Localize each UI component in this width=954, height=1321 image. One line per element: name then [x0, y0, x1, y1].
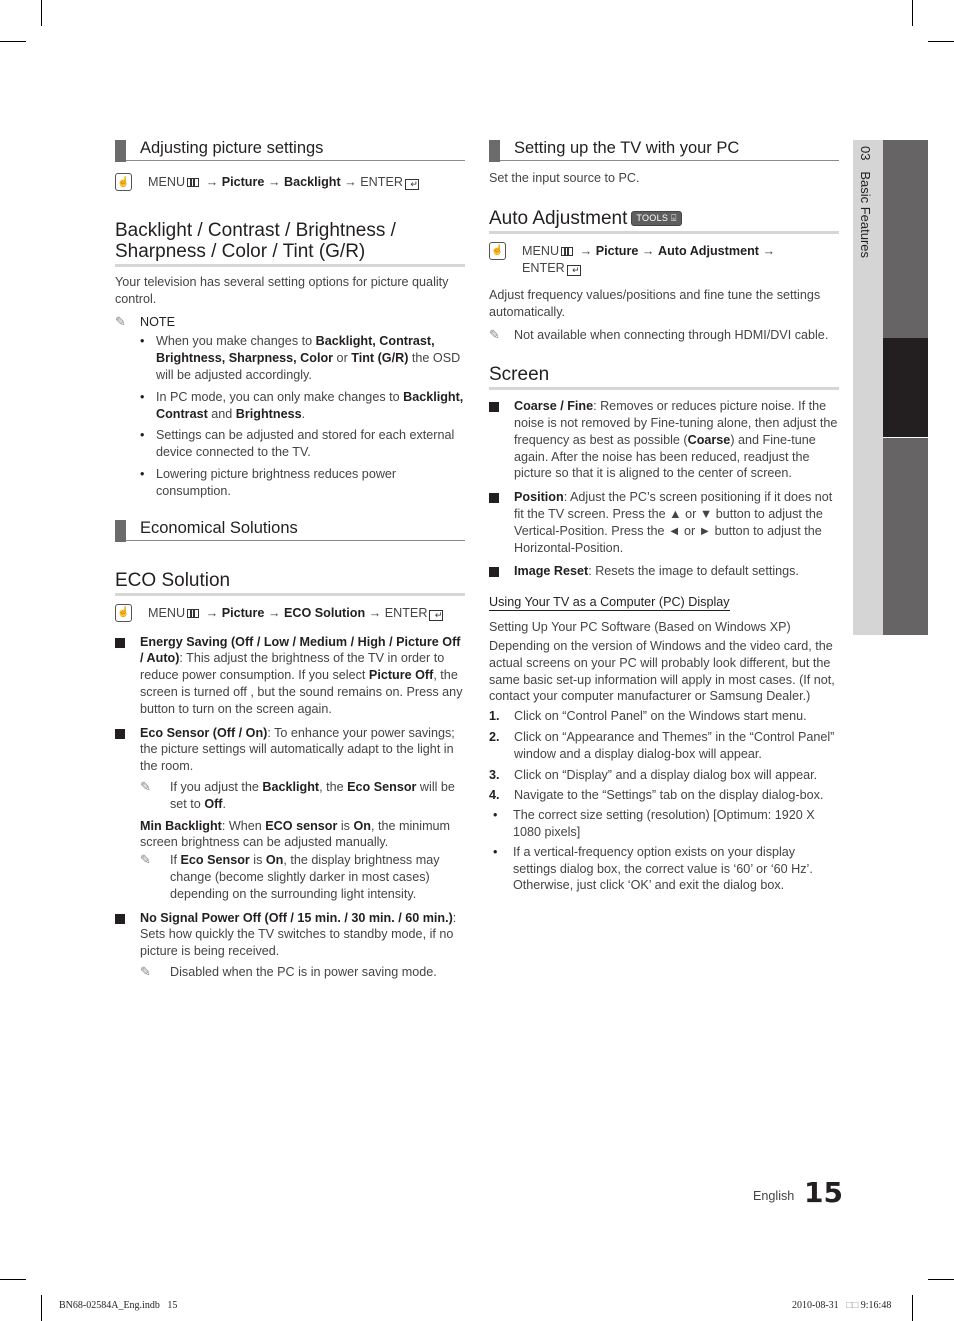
remote-hand-icon: ☝ [115, 603, 132, 622]
pc-software-subtitle: Setting Up Your PC Software (Based on Wi… [489, 620, 791, 635]
menu-path: ☝ MENU → Picture → Backlight → ENTER ↵ [115, 173, 465, 191]
chapter-label: 03 Basic Features [858, 146, 873, 259]
remote-hand-icon: ☝ [489, 241, 506, 260]
crop-mark [41, 0, 42, 26]
enter-icon: ↵ [429, 609, 444, 621]
auto-adjust-description: Adjust frequency values/positions and fi… [489, 287, 821, 319]
menu-icon [187, 608, 200, 618]
list-item: 1. Click on “Control Panel” on the Window… [489, 709, 807, 724]
section-heading-economical: Economical Solutions [115, 518, 465, 542]
chapter-tab-block [883, 140, 928, 338]
bullet-square [489, 402, 499, 413]
list-item: 3. Click on “Display” and a display dialo… [489, 767, 818, 782]
heading-backlight-contrast: Backlight / Contrast / Brightness / Shar… [115, 220, 465, 267]
min-backlight-text: Min Backlight: When ECO sensor is On, th… [140, 818, 451, 850]
enter-icon: ↵ [566, 264, 581, 276]
intro-text: Your television has several setting opti… [115, 275, 449, 306]
list-item: 2. Click on “Appearance and Themes” in th… [489, 729, 835, 761]
list-item-image-reset: Image Reset: Resets the image to default… [489, 563, 839, 580]
bullet-square [489, 567, 499, 578]
tools-icon: ⌺ [671, 212, 677, 223]
note-pencil-icon: ✎ [140, 778, 151, 794]
chapter-tab-active-block [883, 338, 928, 437]
slug-filename: BN68-02584A_Eng.indb 15 [59, 1300, 178, 1311]
note-pencil-icon: ✎ [140, 963, 151, 979]
list-item: • If a vertical-frequency option exists o… [493, 844, 813, 893]
list-item: • In PC mode, you can only make changes … [140, 389, 464, 421]
bullet-square [115, 728, 125, 739]
list-item: • When you make changes to Backlight, Co… [140, 334, 461, 382]
section-heading-setting-up-pc: Setting up the TV with your PC [489, 138, 839, 162]
input-source-text: Set the input source to PC. [489, 171, 640, 185]
note-list: • When you make changes to Backlight, Co… [115, 333, 465, 499]
bullet-square [115, 913, 125, 924]
footer-language: English [753, 1189, 795, 1203]
tools-badge: TOOLS ⌺ [631, 210, 682, 226]
section-heading-adjusting-picture: Adjusting picture settings [115, 138, 465, 162]
crop-mark [912, 0, 913, 26]
page-number: 15 [804, 1176, 843, 1209]
heading-eco-solution: ECO Solution [115, 570, 465, 596]
bullet-square [489, 493, 499, 504]
crop-mark [912, 1295, 913, 1321]
menu-path: ☝ MENU → Picture → ECO Solution → ENTER ↵ [115, 603, 465, 622]
heading-bar [489, 140, 500, 162]
note-eco-sensor-brightness: ✎ If Eco Sensor is On, the display brigh… [140, 852, 440, 901]
pc-display-description: Depending on the version of Windows and … [489, 638, 835, 704]
crop-mark [928, 1279, 954, 1280]
list-item: • Settings can be adjusted and stored fo… [140, 428, 455, 460]
left-column: Adjusting picture settings ☝ MENU → Pict… [115, 138, 465, 981]
heading-bar [115, 519, 126, 542]
heading-auto-adjustment: Auto Adjustment TOOLS ⌺ [489, 208, 839, 234]
menu-icon [187, 178, 200, 187]
list-item-position: Position: Adjust the PC’s screen positio… [489, 489, 839, 556]
slug-timestamp: 2010-08-31 □□ 9:16:48 [792, 1300, 892, 1311]
right-column: Setting up the TV with your PC Set the i… [489, 138, 839, 894]
menu-path: ☝ MENU → Picture → Auto Adjustment → ENT… [489, 241, 839, 277]
bullet-list: • The correct size setting (resolution) [… [489, 807, 839, 894]
note-pencil-icon: ✎ [115, 313, 126, 329]
list-item: • Lowering picture brightness reduces po… [140, 466, 397, 498]
heading-bar [115, 140, 126, 162]
list-item: 4. Navigate to the “Settings” tab on the … [489, 788, 824, 803]
crop-mark [0, 41, 26, 42]
note-auto-adjust: ✎ Not available when connecting through … [489, 327, 829, 343]
note-label: ✎ NOTE [115, 313, 175, 329]
heading-screen: Screen [489, 364, 839, 391]
note-no-signal: ✎ Disabled when the PC is in power savin… [140, 963, 437, 979]
bullet-square [115, 637, 125, 648]
note-pencil-icon: ✎ [140, 852, 151, 868]
menu-icon [561, 246, 574, 256]
crop-mark [41, 1295, 42, 1321]
steps-list: 1. Click on “Control Panel” on the Window… [489, 708, 839, 804]
pc-display-heading: Using Your TV as a Computer (PC) Display [489, 595, 730, 612]
list-item-eco-sensor: Eco Sensor (Off / On): To enhance your p… [115, 725, 465, 775]
crop-mark [928, 41, 954, 42]
list-item-coarse-fine: Coarse / Fine: Removes or reduces pictur… [489, 398, 839, 482]
chapter-tab-block [883, 438, 928, 635]
note-eco-sensor: ✎ If you adjust the Backlight, the Eco S… [140, 778, 455, 811]
note-pencil-icon: ✎ [489, 327, 500, 343]
list-item: • The correct size setting (resolution) [… [493, 808, 815, 839]
crop-mark [0, 1279, 26, 1280]
remote-hand-icon: ☝ [115, 173, 132, 191]
enter-icon: ↵ [404, 179, 419, 190]
list-item-energy-saving: Energy Saving (Off / Low / Medium / High… [115, 634, 465, 718]
list-item-no-signal: No Signal Power Off (Off / 15 min. / 30 … [115, 910, 465, 960]
